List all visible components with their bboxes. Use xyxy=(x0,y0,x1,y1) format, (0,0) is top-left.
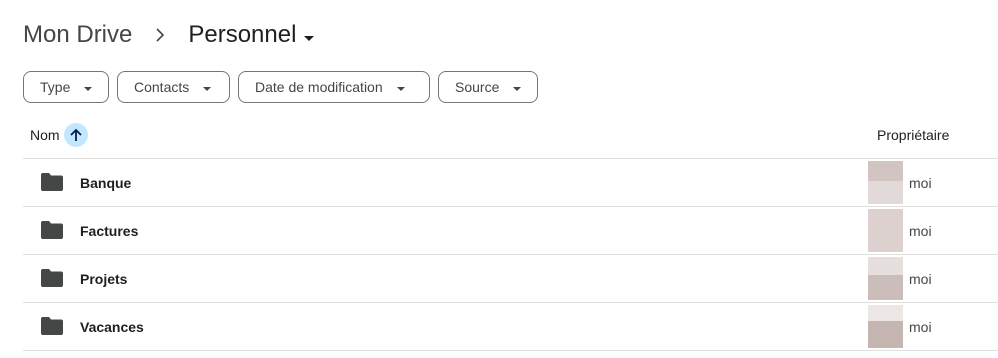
table-row[interactable]: Banque moi xyxy=(23,159,998,207)
drive-folder-view: Mon Drive Personnel Type Contacts Date d… xyxy=(0,0,998,358)
row-owner: moi xyxy=(868,161,932,204)
chevron-right-icon xyxy=(132,18,188,52)
list-header: Nom Propriétaire xyxy=(23,118,998,159)
row-file-name: Banque xyxy=(80,174,132,191)
row-owner: moi xyxy=(868,257,932,300)
filter-source-label: Source xyxy=(455,79,500,95)
row-owner-label: moi xyxy=(909,270,932,287)
sort-ascending-button[interactable] xyxy=(63,123,88,147)
caret-down-icon xyxy=(203,79,212,95)
folder-icon xyxy=(41,173,63,191)
row-owner-label: moi xyxy=(909,222,932,239)
row-owner-label: moi xyxy=(909,174,932,191)
row-file-name: Vacances xyxy=(80,318,144,335)
avatar xyxy=(868,161,903,204)
table-row[interactable]: Vacances moi xyxy=(23,303,998,351)
filter-type-label: Type xyxy=(40,79,71,95)
caret-down-icon xyxy=(84,79,93,95)
breadcrumb-current-folder[interactable]: Personnel xyxy=(188,21,315,49)
filter-contacts-chip[interactable]: Contacts xyxy=(117,71,230,103)
file-list: Banque moi Factures moi Projets moi Vaca… xyxy=(23,159,998,351)
filter-type-chip[interactable]: Type xyxy=(23,71,109,103)
column-header-owner[interactable]: Propriétaire xyxy=(877,118,949,152)
row-owner: moi xyxy=(868,305,932,348)
avatar xyxy=(868,305,903,348)
avatar xyxy=(868,209,903,252)
filter-chips: Type Contacts Date de modification Sourc… xyxy=(23,71,538,103)
filter-date-label: Date de modification xyxy=(255,79,383,95)
table-row[interactable]: Projets moi xyxy=(23,255,998,303)
filter-date-chip[interactable]: Date de modification xyxy=(238,71,430,103)
caret-down-icon xyxy=(513,79,522,95)
caret-down-icon xyxy=(304,21,315,49)
column-header-name[interactable]: Nom xyxy=(30,118,88,152)
row-owner: moi xyxy=(868,209,932,252)
row-owner-label: moi xyxy=(909,318,932,335)
breadcrumb-root[interactable]: Mon Drive xyxy=(23,21,132,49)
arrow-up-icon xyxy=(69,128,82,141)
row-file-name: Factures xyxy=(80,222,139,239)
table-row[interactable]: Factures moi xyxy=(23,207,998,255)
folder-icon xyxy=(41,317,63,335)
filter-source-chip[interactable]: Source xyxy=(438,71,538,103)
caret-down-icon xyxy=(396,79,405,95)
filter-contacts-label: Contacts xyxy=(134,79,190,95)
breadcrumb: Mon Drive Personnel xyxy=(23,18,315,52)
column-header-name-label: Nom xyxy=(30,127,60,143)
avatar xyxy=(868,257,903,300)
column-header-owner-label: Propriétaire xyxy=(877,127,950,143)
row-file-name: Projets xyxy=(80,270,128,287)
folder-icon xyxy=(41,269,63,287)
breadcrumb-current-label: Personnel xyxy=(188,21,297,48)
folder-icon xyxy=(41,221,63,239)
